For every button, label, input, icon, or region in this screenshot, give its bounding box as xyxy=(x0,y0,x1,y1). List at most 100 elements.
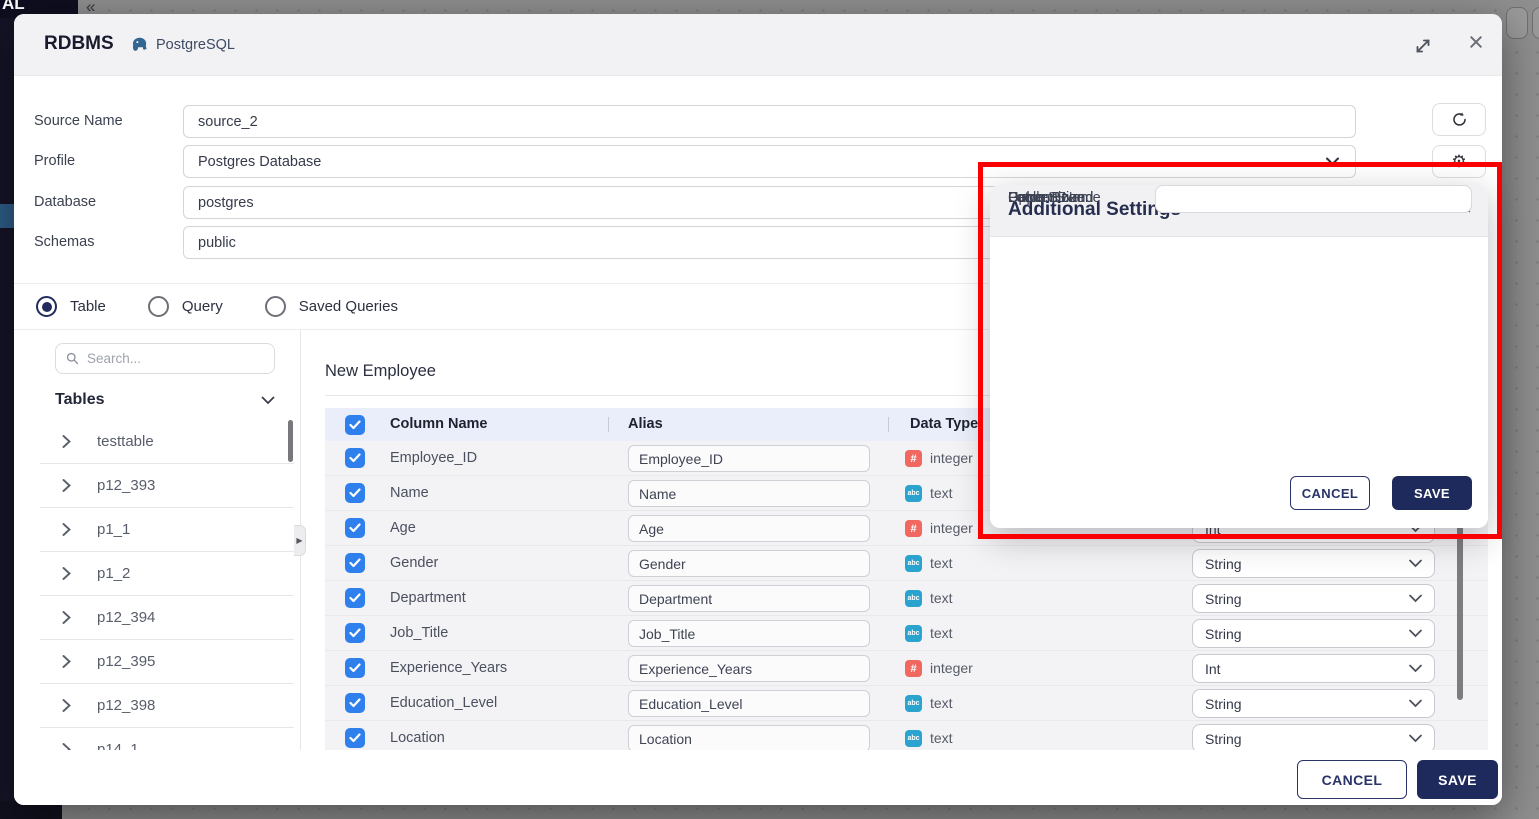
table-list-item[interactable]: p1_2 xyxy=(40,552,294,596)
mode-radio[interactable]: Query xyxy=(148,296,223,317)
check-icon xyxy=(349,453,361,463)
close-modal-button[interactable]: × xyxy=(1463,29,1489,55)
data-type-label: text xyxy=(930,485,953,501)
table-list-item[interactable]: p14_1 xyxy=(40,728,294,750)
table-name-label: p12_393 xyxy=(97,477,155,494)
modal-header: RDBMS PostgreSQL × xyxy=(14,14,1502,76)
cursor-tool-button[interactable] xyxy=(1532,7,1539,39)
table-name-label: p14_1 xyxy=(97,741,139,750)
data-type-label: text xyxy=(930,625,953,641)
target-type-dropdown[interactable]: String xyxy=(1192,689,1435,718)
popup-cancel-button[interactable]: CANCEL xyxy=(1290,476,1370,510)
search-input[interactable] xyxy=(87,351,264,366)
check-icon xyxy=(349,420,361,430)
column-row: Job_Title abc text String xyxy=(325,616,1488,651)
alias-input[interactable] xyxy=(628,515,870,542)
sidebar-scrollbar[interactable] xyxy=(288,420,293,462)
save-button[interactable]: SAVE xyxy=(1417,760,1498,799)
header-column-name: Column Name xyxy=(390,416,488,432)
cancel-button[interactable]: CANCEL xyxy=(1297,760,1407,799)
target-type-dropdown[interactable]: String xyxy=(1192,619,1435,648)
dataset-title: New Employee xyxy=(325,362,436,381)
data-type-label: integer xyxy=(930,520,973,536)
target-type-dropdown[interactable]: String xyxy=(1192,724,1435,750)
alias-input[interactable] xyxy=(628,690,870,717)
target-type-value: String xyxy=(1205,556,1242,572)
alias-input[interactable] xyxy=(628,550,870,577)
column-name: Department xyxy=(390,590,466,606)
table-name-label: p12_398 xyxy=(97,697,155,714)
alias-input[interactable] xyxy=(628,585,870,612)
table-list-item[interactable]: testtable xyxy=(40,420,294,464)
form-field-input[interactable] xyxy=(183,105,1356,138)
popup-field-label: Upper Bound xyxy=(1008,190,1093,206)
row-checkbox[interactable] xyxy=(345,483,365,503)
column-name: Gender xyxy=(390,555,438,571)
tables-list: testtable p12_393 p1_1 xyxy=(40,420,294,750)
column-name: Employee_ID xyxy=(390,450,477,466)
column-row: Gender abc text String xyxy=(325,546,1488,581)
target-type-value: String xyxy=(1205,731,1242,747)
row-checkbox[interactable] xyxy=(345,448,365,468)
popup-field-row: Upper Bound xyxy=(990,185,1488,213)
popup-save-button[interactable]: SAVE xyxy=(1392,476,1472,510)
row-checkbox[interactable] xyxy=(345,588,365,608)
form-field-input[interactable] xyxy=(183,145,1356,178)
data-type-label: text xyxy=(930,590,953,606)
alias-input[interactable] xyxy=(628,620,870,647)
postgresql-elephant-icon xyxy=(130,35,149,54)
mode-radio[interactable]: Table xyxy=(36,296,106,317)
row-checkbox[interactable] xyxy=(345,728,365,748)
header-data-type: Data Type xyxy=(910,416,978,432)
form-row: Profile xyxy=(14,145,1502,178)
mode-radio[interactable]: Saved Queries xyxy=(265,296,398,317)
row-checkbox[interactable] xyxy=(345,518,365,538)
chevron-right-icon xyxy=(62,655,71,668)
column-row: Department abc text String xyxy=(325,581,1488,616)
table-list-item[interactable]: p1_1 xyxy=(40,508,294,552)
canvas-tool-button[interactable] xyxy=(1506,7,1528,39)
form-field-label: Profile xyxy=(34,153,75,169)
gear-icon: ⚙ xyxy=(1451,152,1466,172)
header-alias: Alias xyxy=(628,416,663,432)
settings-gear-button[interactable]: ⚙ xyxy=(1432,145,1486,178)
modal-footer: CANCEL SAVE xyxy=(14,750,1502,805)
refresh-button[interactable] xyxy=(1432,103,1486,136)
select-all-checkbox[interactable] xyxy=(345,415,365,435)
check-icon xyxy=(349,628,361,638)
expand-modal-button[interactable] xyxy=(1410,33,1436,59)
table-search[interactable] xyxy=(55,343,275,374)
row-checkbox[interactable] xyxy=(345,623,365,643)
target-type-dropdown[interactable]: String xyxy=(1192,549,1435,578)
radio-label: Saved Queries xyxy=(299,298,398,315)
chevron-down-icon xyxy=(1409,664,1422,673)
db-type-chip: PostgreSQL xyxy=(130,35,235,54)
row-checkbox[interactable] xyxy=(345,658,365,678)
table-list-item[interactable]: p12_398 xyxy=(40,684,294,728)
table-list-item[interactable]: p12_394 xyxy=(40,596,294,640)
check-icon xyxy=(349,523,361,533)
column-name: Experience_Years xyxy=(390,660,507,676)
target-type-value: Int xyxy=(1205,661,1221,677)
popup-field-input[interactable] xyxy=(1155,185,1472,213)
table-name-label: p1_2 xyxy=(97,565,130,582)
chevron-down-icon xyxy=(1409,629,1422,638)
alias-input[interactable] xyxy=(628,445,870,472)
check-icon xyxy=(349,733,361,743)
radio-ring xyxy=(36,296,57,317)
row-checkbox[interactable] xyxy=(345,693,365,713)
expand-icon xyxy=(1412,35,1434,57)
alias-input[interactable] xyxy=(628,655,870,682)
chevron-down-icon xyxy=(1409,594,1422,603)
form-field-label: Source Name xyxy=(34,113,123,129)
tables-section-header[interactable]: Tables xyxy=(55,391,275,409)
sidebar-collapse-handle[interactable]: ▶ xyxy=(294,525,306,556)
target-type-dropdown[interactable]: String xyxy=(1192,584,1435,613)
row-checkbox[interactable] xyxy=(345,553,365,573)
target-type-dropdown[interactable]: Int xyxy=(1192,654,1435,683)
table-list-item[interactable]: p12_393 xyxy=(40,464,294,508)
alias-input[interactable] xyxy=(628,480,870,507)
alias-input[interactable] xyxy=(628,725,870,750)
table-list-item[interactable]: p12_395 xyxy=(40,640,294,684)
tables-section-label: Tables xyxy=(55,391,105,409)
